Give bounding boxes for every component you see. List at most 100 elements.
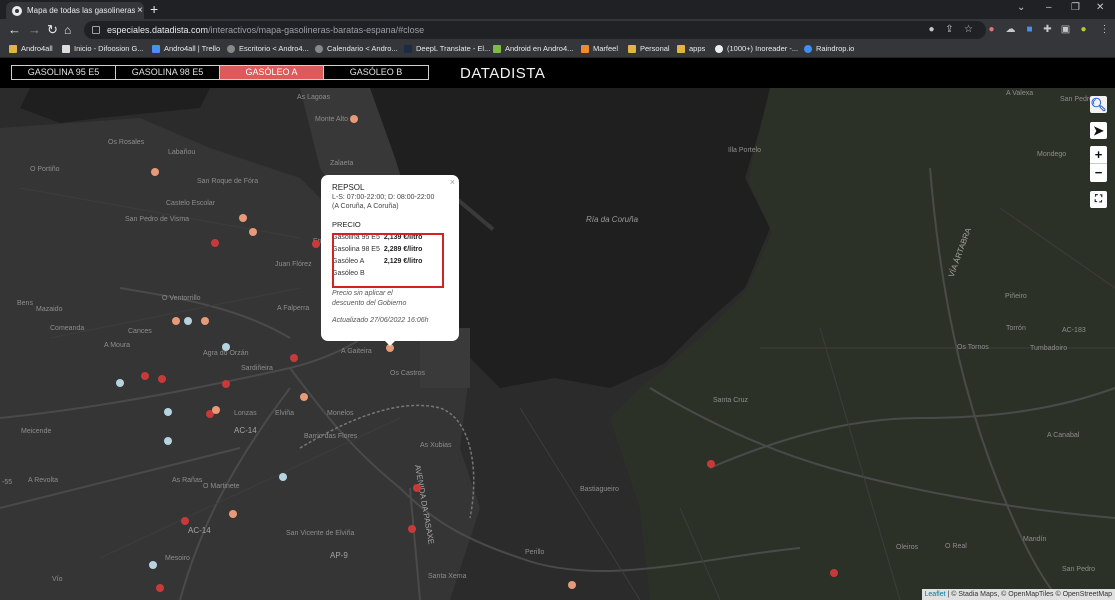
locate-me-button[interactable]: ➤ bbox=[1090, 122, 1107, 139]
gas-station-marker[interactable] bbox=[211, 239, 219, 247]
bookmark-item[interactable]: Calendario < Andro... bbox=[315, 44, 398, 53]
bookmark-item[interactable]: DeepL Translate - El... bbox=[404, 44, 490, 53]
menu-kebab-icon[interactable]: ⋮ bbox=[1099, 24, 1110, 35]
bookmark-item[interactable]: Escritorio < Andro4... bbox=[227, 44, 309, 53]
page-icon bbox=[62, 44, 70, 53]
tab-title: Mapa de todas las gasolineras de bbox=[27, 6, 135, 15]
bookmark-item[interactable]: Andro4all | Trello bbox=[152, 44, 220, 53]
bookmark-item[interactable]: Marfeel bbox=[581, 44, 618, 53]
gas-station-marker[interactable] bbox=[222, 380, 230, 388]
cloud-extension-icon[interactable]: ☁ bbox=[1005, 24, 1016, 35]
gas-station-marker[interactable] bbox=[184, 317, 192, 325]
tab-gasolina-95[interactable]: GASOLINA 95 E5 bbox=[12, 66, 116, 79]
zoom-in-button[interactable]: + bbox=[1090, 146, 1107, 164]
address-bar[interactable]: especiales.datadista.com /interactivos/m… bbox=[84, 21, 986, 39]
gas-station-marker[interactable] bbox=[279, 473, 287, 481]
gas-station-marker[interactable] bbox=[172, 317, 180, 325]
extensions-puzzle-icon[interactable]: ✚ bbox=[1042, 24, 1053, 35]
reload-icon[interactable]: ↻ bbox=[47, 22, 58, 38]
gas-station-marker[interactable] bbox=[116, 379, 124, 387]
gas-station-marker[interactable] bbox=[830, 569, 838, 577]
fullscreen-button[interactable]: ⛶ bbox=[1090, 191, 1107, 208]
close-window-icon[interactable]: ✕ bbox=[1096, 2, 1104, 13]
back-icon[interactable]: ← bbox=[8, 22, 21, 38]
map-label: A Revolta bbox=[28, 477, 58, 484]
leaflet-link[interactable]: Leaflet bbox=[925, 591, 946, 598]
minimize-icon[interactable]: – bbox=[1046, 2, 1052, 13]
map-label: Zalaeta bbox=[330, 160, 354, 167]
home-icon[interactable]: ⌂ bbox=[64, 22, 71, 38]
gas-station-marker[interactable] bbox=[249, 228, 257, 236]
gas-station-marker[interactable] bbox=[229, 510, 237, 518]
map-label: San Roque de Fóra bbox=[197, 178, 259, 185]
gas-station-marker[interactable] bbox=[151, 168, 159, 176]
map-label: Bastiagueiro bbox=[580, 486, 619, 493]
gas-station-marker[interactable] bbox=[300, 393, 308, 401]
extension-blue-icon[interactable]: ■ bbox=[1024, 24, 1035, 35]
gas-station-marker[interactable] bbox=[707, 460, 715, 468]
bookmark-star-icon[interactable]: ☆ bbox=[963, 24, 974, 35]
bookmark-item[interactable]: Andro4all bbox=[9, 44, 53, 53]
tab-search-icon[interactable]: ⌄ bbox=[1017, 2, 1025, 13]
gas-station-marker[interactable] bbox=[568, 581, 576, 589]
extension-icon[interactable]: ● bbox=[986, 24, 997, 35]
site-brand: DATADISTA bbox=[460, 65, 546, 82]
gas-station-marker[interactable] bbox=[222, 343, 230, 351]
profile-avatar-icon[interactable]: ● bbox=[1078, 24, 1089, 35]
map-label: Barrio das Flores bbox=[304, 433, 358, 440]
gas-station-marker[interactable] bbox=[158, 375, 166, 383]
bookmark-item[interactable]: Personal bbox=[628, 44, 670, 53]
road-label: AC-14 bbox=[234, 426, 257, 435]
bookmark-item[interactable]: apps bbox=[677, 44, 705, 53]
gas-station-marker[interactable] bbox=[201, 317, 209, 325]
location-icon[interactable]: ● bbox=[926, 24, 937, 35]
map-label: San Pedro de Visma bbox=[125, 216, 190, 223]
sidebar-icon[interactable]: ▣ bbox=[1060, 24, 1071, 35]
map-label: A Falperra bbox=[277, 305, 310, 312]
lock-icon[interactable] bbox=[92, 26, 100, 34]
browser-tab[interactable]: Mapa de todas las gasolineras de × bbox=[6, 2, 144, 19]
attribution-text: | © Stadia Maps, © OpenMapTiles © OpenSt… bbox=[945, 591, 1112, 598]
maximize-icon[interactable]: ❐ bbox=[1071, 2, 1080, 13]
map-label: Mazaido bbox=[36, 306, 63, 313]
tab-gasolina-98[interactable]: GASOLINA 98 E5 bbox=[116, 66, 220, 79]
bookmark-item[interactable]: (1000+) Inoreader -... bbox=[715, 44, 798, 53]
gas-station-marker[interactable] bbox=[408, 525, 416, 533]
map-label: Meicende bbox=[21, 428, 52, 435]
gas-station-marker[interactable] bbox=[181, 517, 189, 525]
tab-gasoleo-a[interactable]: GASÓLEO A bbox=[220, 66, 324, 79]
zoom-out-button[interactable]: − bbox=[1090, 164, 1107, 182]
tab-gasoleo-b[interactable]: GASÓLEO B bbox=[324, 66, 428, 79]
road-label: AP-9 bbox=[330, 551, 348, 560]
gas-station-marker[interactable] bbox=[312, 240, 320, 248]
share-icon[interactable]: ⇪ bbox=[944, 24, 955, 35]
gas-station-marker[interactable] bbox=[141, 372, 149, 380]
gas-station-marker[interactable] bbox=[156, 584, 164, 592]
map-label: Mesoiro bbox=[165, 555, 190, 562]
map-label: Santa Xema bbox=[428, 573, 467, 580]
forward-icon[interactable]: → bbox=[28, 22, 41, 38]
map-label: Os Rosales bbox=[108, 139, 145, 146]
wordpress-icon bbox=[227, 44, 235, 53]
map-label: San Pedro bbox=[1060, 96, 1094, 103]
gas-station-marker[interactable] bbox=[239, 214, 247, 222]
gas-station-marker[interactable] bbox=[164, 408, 172, 416]
url-path: /interactivos/mapa-gasolineras-baratas-e… bbox=[208, 25, 425, 35]
bookmark-item[interactable]: Android en Andro4... bbox=[493, 44, 573, 53]
gas-station-marker[interactable] bbox=[149, 561, 157, 569]
gas-station-marker[interactable] bbox=[164, 437, 172, 445]
bookmark-item[interactable]: Raindrop.io bbox=[804, 44, 854, 53]
map-search-button[interactable]: 🔍︎ bbox=[1090, 96, 1107, 113]
close-tab-icon[interactable]: × bbox=[137, 5, 143, 16]
gas-station-marker[interactable] bbox=[350, 115, 358, 123]
bookmark-item[interactable]: Inicio - Difoosion G... bbox=[62, 44, 144, 53]
gas-station-marker[interactable] bbox=[413, 484, 421, 492]
map-canvas[interactable]: Ría da Coruña Monte Alto Zalaeta As Lago… bbox=[0, 88, 1115, 600]
wordpress-icon bbox=[315, 44, 323, 53]
gas-station-marker[interactable] bbox=[290, 354, 298, 362]
new-tab-icon[interactable]: + bbox=[150, 1, 158, 17]
gas-station-marker[interactable] bbox=[212, 406, 220, 414]
map-label: Lonzas bbox=[234, 410, 257, 417]
popup-close-icon[interactable]: × bbox=[450, 177, 455, 187]
map-label: San Pedro bbox=[1062, 566, 1096, 573]
